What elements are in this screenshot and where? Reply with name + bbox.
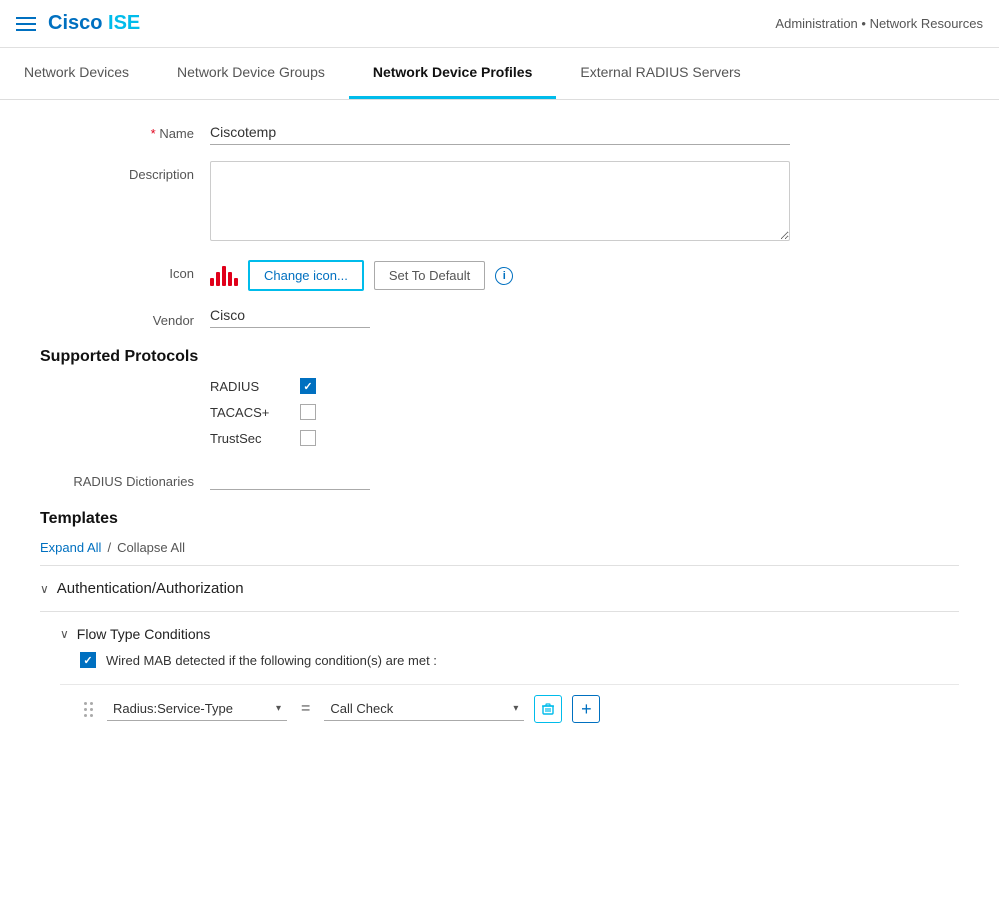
protocol-radius-row: RADIUS	[210, 378, 959, 394]
dot-row-2	[84, 708, 93, 711]
dot-row-3	[84, 714, 93, 717]
right-dropdown-value: Call Check	[330, 701, 513, 716]
bar-2	[216, 272, 220, 286]
tab-external-radius-servers[interactable]: External RADIUS Servers	[556, 48, 764, 99]
radius-checkbox[interactable]	[300, 378, 316, 394]
bar-1	[210, 278, 214, 286]
drag-handle[interactable]	[80, 698, 97, 721]
name-input-wrapper	[210, 120, 790, 145]
main-content: * Name Description Icon	[0, 100, 999, 767]
icon-row-inner: Change icon... Set To Default i	[210, 260, 790, 291]
condition-row-1: Radius:Service-Type ▾ = Call Check ▾	[60, 684, 959, 733]
description-label: Description	[40, 161, 210, 182]
left-dropdown-value: Radius:Service-Type	[113, 701, 276, 716]
change-icon-button[interactable]: Change icon...	[248, 260, 364, 291]
flow-type-header[interactable]: ∨ Flow Type Conditions	[60, 626, 959, 642]
description-input-wrapper	[210, 161, 790, 244]
wired-mab-checkbox[interactable]	[80, 652, 96, 668]
delete-condition-button[interactable]	[534, 695, 562, 723]
auth-authz-section: ∨ Authentication/Authorization	[40, 565, 959, 611]
name-input[interactable]	[210, 120, 790, 145]
auth-authz-chevron: ∨	[40, 582, 49, 596]
flow-type-label: Flow Type Conditions	[77, 626, 211, 642]
nav-tabs: Network Devices Network Device Groups Ne…	[0, 48, 999, 100]
auth-authz-label: Authentication/Authorization	[57, 580, 244, 597]
trash-svg-icon	[541, 702, 555, 716]
vendor-label: Vendor	[40, 307, 210, 328]
vendor-row: Vendor Cisco	[40, 307, 959, 328]
expand-collapse-row: Expand All / Collapse All	[40, 540, 959, 555]
bar-3	[222, 266, 226, 286]
separator: /	[107, 540, 111, 555]
radius-label: RADIUS	[210, 379, 290, 394]
templates-title: Templates	[40, 510, 959, 528]
hamburger-icon[interactable]	[16, 17, 36, 31]
flow-type-section: ∨ Flow Type Conditions Wired MAB detecte…	[40, 611, 959, 747]
required-marker: *	[151, 126, 160, 141]
bar-5	[234, 278, 238, 286]
auth-authz-header[interactable]: ∨ Authentication/Authorization	[40, 580, 959, 597]
name-row: * Name	[40, 120, 959, 145]
wired-mab-row: Wired MAB detected if the following cond…	[60, 652, 959, 668]
wired-mab-label: Wired MAB detected if the following cond…	[106, 653, 437, 668]
operator-equals: =	[297, 700, 314, 718]
templates-section: Templates Expand All / Collapse All ∨ Au…	[40, 510, 959, 747]
tacacs-checkbox[interactable]	[300, 404, 316, 420]
description-row: Description	[40, 161, 959, 244]
breadcrumb: Administration • Network Resources	[775, 16, 983, 31]
header-left: Cisco ISE	[16, 12, 140, 35]
app-logo: Cisco ISE	[48, 12, 140, 35]
protocol-tacacs-row: TACACS+	[210, 404, 959, 420]
trustsec-label: TrustSec	[210, 431, 290, 446]
right-dropdown-wrapper[interactable]: Call Check ▾	[324, 697, 524, 721]
icon-label: Icon	[40, 260, 210, 281]
trustsec-checkbox[interactable]	[300, 430, 316, 446]
icon-row: Icon Change icon... Set To Default i	[40, 260, 959, 291]
cisco-bars-icon	[210, 266, 238, 286]
left-dropdown-wrapper[interactable]: Radius:Service-Type ▾	[107, 697, 287, 721]
expand-all-link[interactable]: Expand All	[40, 540, 101, 555]
tab-network-device-groups[interactable]: Network Device Groups	[153, 48, 349, 99]
radius-dict-label: RADIUS Dictionaries	[40, 468, 210, 489]
flow-type-chevron: ∨	[60, 627, 69, 641]
vendor-value-wrapper: Cisco	[210, 307, 790, 328]
logo-ise: ISE	[108, 12, 140, 34]
app-header: Cisco ISE Administration • Network Resou…	[0, 0, 999, 48]
tab-network-devices[interactable]: Network Devices	[0, 48, 153, 99]
bar-4	[228, 272, 232, 286]
add-condition-button[interactable]: +	[572, 695, 600, 723]
protocol-trustsec-row: TrustSec	[210, 430, 959, 446]
info-icon[interactable]: i	[495, 267, 513, 285]
icon-controls: Change icon... Set To Default i	[210, 260, 790, 291]
tacacs-label: TACACS+	[210, 405, 290, 420]
collapse-all-link[interactable]: Collapse All	[117, 540, 185, 555]
left-dropdown-chevron: ▾	[276, 703, 281, 714]
set-to-default-button[interactable]: Set To Default	[374, 261, 485, 290]
radius-dict-input[interactable]	[210, 466, 370, 490]
tab-network-device-profiles[interactable]: Network Device Profiles	[349, 48, 557, 99]
description-textarea[interactable]	[210, 161, 790, 241]
protocols-section-title: Supported Protocols	[40, 348, 959, 366]
vendor-value: Cisco	[210, 307, 370, 328]
cisco-icon	[210, 266, 238, 286]
radius-dict-row: RADIUS Dictionaries	[40, 466, 959, 490]
name-label: * Name	[40, 120, 210, 141]
right-dropdown-chevron: ▾	[513, 703, 518, 714]
flow-type-inner: ∨ Flow Type Conditions Wired MAB detecte…	[40, 626, 959, 733]
logo-cisco: Cisco	[48, 12, 102, 34]
dot-row-1	[84, 702, 93, 705]
